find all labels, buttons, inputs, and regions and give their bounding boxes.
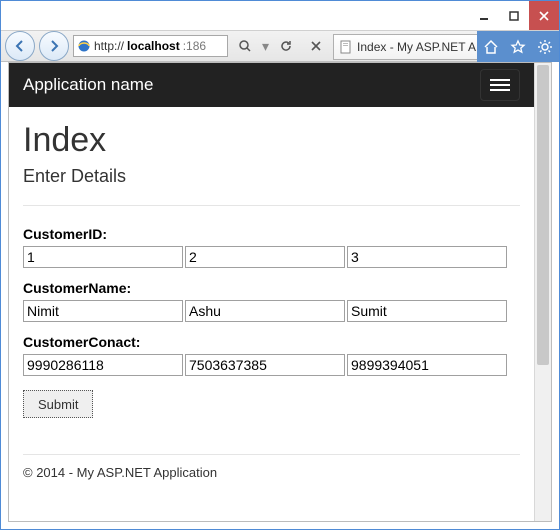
customer-id-input-0[interactable] (23, 246, 183, 268)
url-host: localhost (127, 39, 180, 53)
customer-contact-input-1[interactable] (185, 354, 345, 376)
address-bar[interactable]: http://localhost:186 (73, 35, 228, 57)
favorites-icon[interactable] (505, 34, 531, 60)
stop-icon[interactable] (303, 34, 329, 58)
page-subtitle: Enter Details (23, 166, 520, 187)
customer-contact-row (23, 354, 520, 376)
back-button[interactable] (5, 31, 35, 61)
url-rest: :186 (183, 39, 206, 53)
search-icon[interactable] (232, 34, 258, 58)
customer-name-input-2[interactable] (347, 300, 507, 322)
page-icon (339, 40, 353, 54)
customer-id-label: CustomerID: (23, 226, 520, 242)
window-titlebar (1, 1, 559, 31)
hamburger-icon (490, 89, 510, 91)
customer-name-label: CustomerName: (23, 280, 520, 296)
ie-icon (77, 39, 91, 53)
customer-id-input-2[interactable] (347, 246, 507, 268)
customer-contact-label: CustomerConact: (23, 334, 520, 350)
customer-name-input-1[interactable] (185, 300, 345, 322)
home-icon[interactable] (478, 34, 504, 60)
vertical-scrollbar[interactable] (534, 63, 551, 521)
divider (23, 205, 520, 206)
brand-link[interactable]: Application name (23, 75, 153, 95)
window-close-button[interactable] (529, 1, 559, 30)
customer-id-input-1[interactable] (185, 246, 345, 268)
customer-name-input-0[interactable] (23, 300, 183, 322)
page-title: Index (23, 121, 520, 160)
window-minimize-button[interactable] (469, 1, 499, 30)
customer-id-row (23, 246, 520, 268)
hamburger-icon (490, 79, 510, 81)
submit-button[interactable]: Submit (23, 390, 93, 418)
hamburger-icon (490, 84, 510, 86)
browser-toolbar: http://localhost:186 ▾ Index - My ASP.NE… (1, 31, 559, 62)
url-scheme: http:// (94, 39, 124, 53)
toolbar-separator: ▾ (262, 38, 269, 55)
customer-contact-input-2[interactable] (347, 354, 507, 376)
tab-title: Index - My ASP.NET A... (357, 40, 486, 54)
nav-toggle-button[interactable] (480, 69, 520, 101)
page: Application name Index Enter Details Cus… (9, 63, 534, 521)
refresh-icon[interactable] (273, 34, 299, 58)
page-footer: © 2014 - My ASP.NET Application (23, 454, 520, 480)
toolbar-right (477, 31, 559, 62)
tools-icon[interactable] (532, 34, 558, 60)
customer-name-row (23, 300, 520, 322)
forward-button[interactable] (39, 31, 69, 61)
page-viewport: Application name Index Enter Details Cus… (8, 62, 552, 522)
page-content: Index Enter Details CustomerID: Customer… (9, 107, 534, 490)
window-maximize-button[interactable] (499, 1, 529, 30)
scrollbar-thumb[interactable] (537, 65, 549, 365)
app-navbar: Application name (9, 63, 534, 107)
customer-contact-input-0[interactable] (23, 354, 183, 376)
